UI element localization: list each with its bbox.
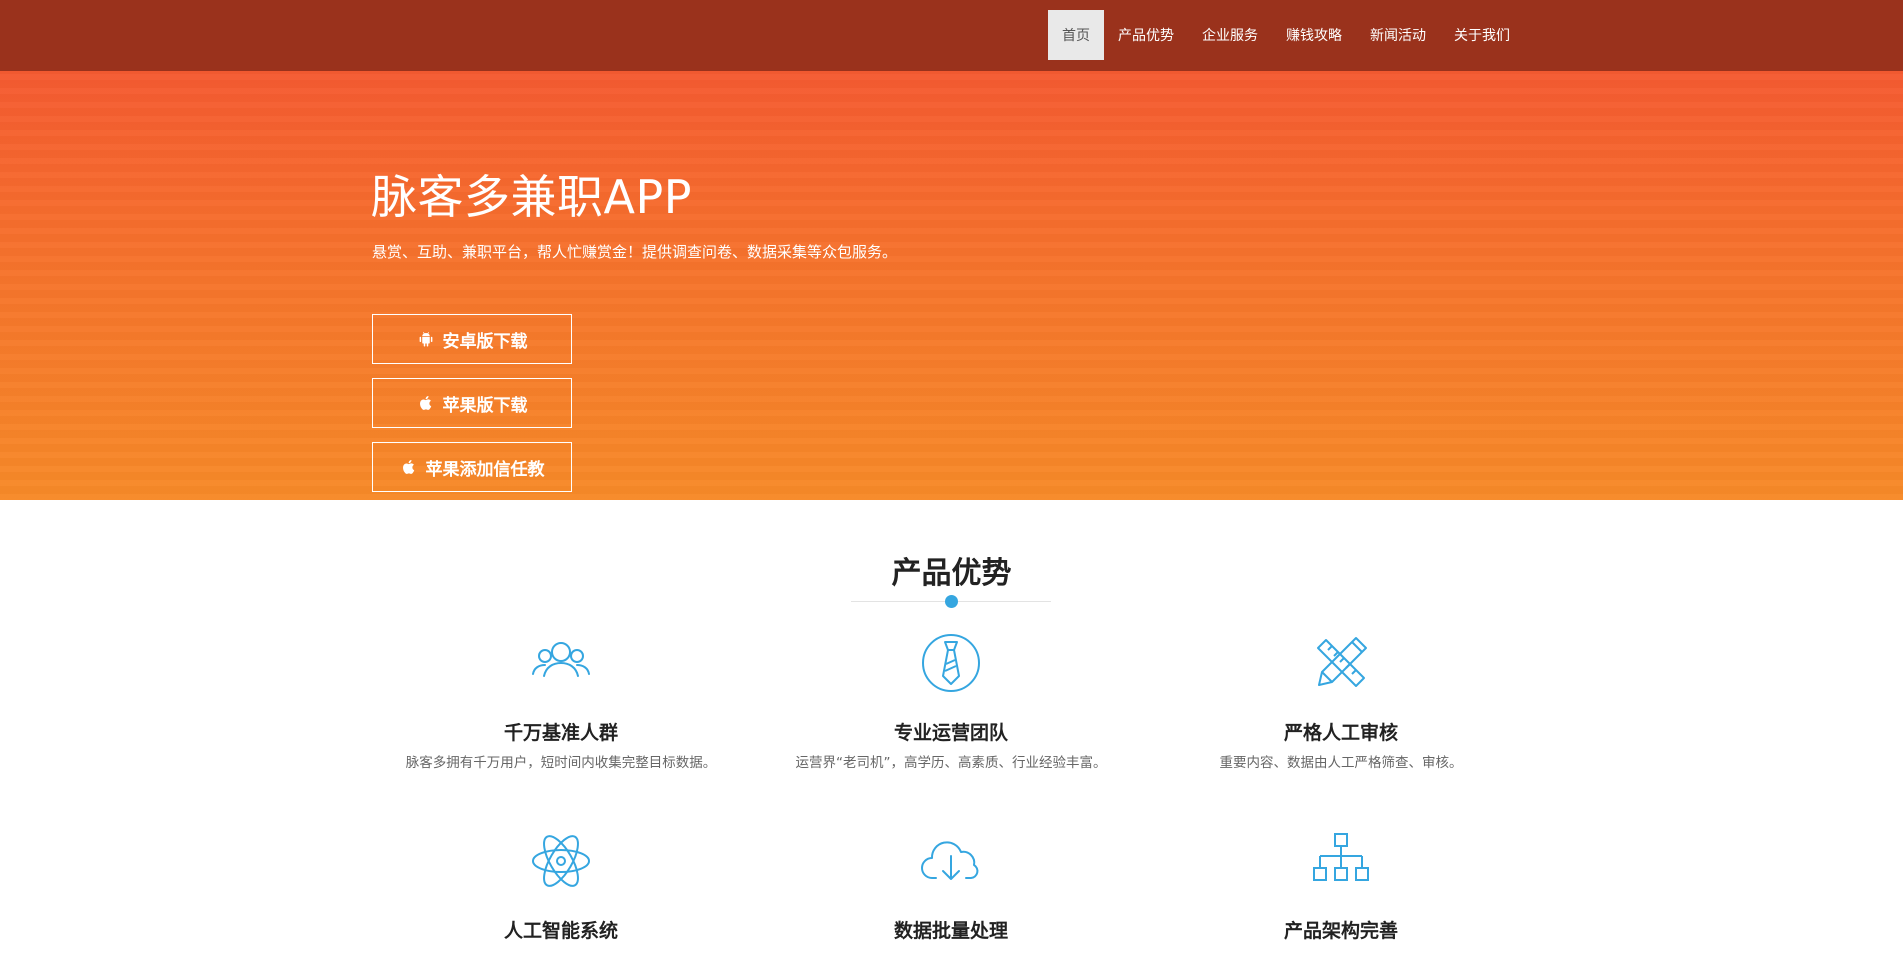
- section-title: 产品优势: [891, 556, 1012, 591]
- nav-item-news-events[interactable]: 新闻活动: [1356, 10, 1440, 60]
- tie-icon: [916, 628, 986, 698]
- feature-title: 产品架构完善: [1283, 920, 1398, 942]
- nav-item-enterprise-services[interactable]: 企业服务: [1188, 10, 1272, 60]
- feature-desc: 重要内容、数据由人工严格筛查、审核。: [1219, 755, 1463, 771]
- feature-title: 千万基准人群: [503, 722, 618, 744]
- main-nav: 首页 产品优势 企业服务 赚钱攻略 新闻活动 关于我们: [1048, 10, 1524, 60]
- feature-card: 人工智能系统: [366, 826, 756, 949]
- android-download-button[interactable]: 安卓版下载: [372, 314, 572, 364]
- feature-card: 千万基准人群 脉客多拥有千万用户，短时间内收集完整目标数据。: [366, 628, 756, 771]
- users-icon: [526, 628, 596, 698]
- nav-item-home[interactable]: 首页: [1048, 10, 1104, 60]
- hero-subtitle: 悬赏、互助、兼职平台，帮人忙赚赏金！提供调查问卷、数据采集等众包服务。: [372, 243, 898, 261]
- ios-download-label: 苹果版下载: [442, 395, 528, 416]
- feature-title: 严格人工审核: [1283, 722, 1398, 744]
- ruler-pencil-icon: [1306, 628, 1376, 698]
- nav-item-about-us[interactable]: 关于我们: [1440, 10, 1524, 60]
- hero-texture: [0, 71, 1903, 500]
- feature-title: 专业运营团队: [893, 722, 1008, 744]
- feature-title: 人工智能系统: [503, 920, 618, 942]
- top-navbar: 首页 产品优势 企业服务 赚钱攻略 新闻活动 关于我们: [0, 0, 1903, 71]
- ios-trust-guide-label: 苹果添加信任教: [425, 459, 545, 480]
- feature-title: 数据批量处理: [893, 920, 1008, 942]
- apple-icon: [400, 458, 418, 476]
- hierarchy-icon: [1306, 826, 1376, 896]
- feature-card: 严格人工审核 重要内容、数据由人工严格筛查、审核。: [1146, 628, 1536, 771]
- feature-card: 数据批量处理: [756, 826, 1146, 949]
- hero-title: 脉客多兼职APP: [371, 170, 692, 224]
- cloud-download-icon: [916, 826, 986, 896]
- hero-banner: 脉客多兼职APP 悬赏、互助、兼职平台，帮人忙赚赏金！提供调查问卷、数据采集等众…: [0, 71, 1903, 500]
- feature-card: 产品架构完善: [1146, 826, 1536, 949]
- nav-item-earning-guide[interactable]: 赚钱攻略: [1272, 10, 1356, 60]
- title-divider-dot: [945, 595, 958, 608]
- android-icon: [417, 330, 435, 348]
- ios-trust-guide-button[interactable]: 苹果添加信任教: [372, 442, 572, 492]
- android-download-label: 安卓版下载: [442, 331, 528, 352]
- feature-desc: 脉客多拥有千万用户，短时间内收集完整目标数据。: [405, 755, 717, 771]
- feature-card: 专业运营团队 运营界“老司机”，高学历、高素质、行业经验丰富。: [756, 628, 1146, 771]
- atom-icon: [526, 826, 596, 896]
- nav-item-product-advantages[interactable]: 产品优势: [1104, 10, 1188, 60]
- ios-download-button[interactable]: 苹果版下载: [372, 378, 572, 428]
- feature-desc: 运营界“老司机”，高学历、高素质、行业经验丰富。: [795, 755, 1107, 771]
- apple-icon: [417, 394, 435, 412]
